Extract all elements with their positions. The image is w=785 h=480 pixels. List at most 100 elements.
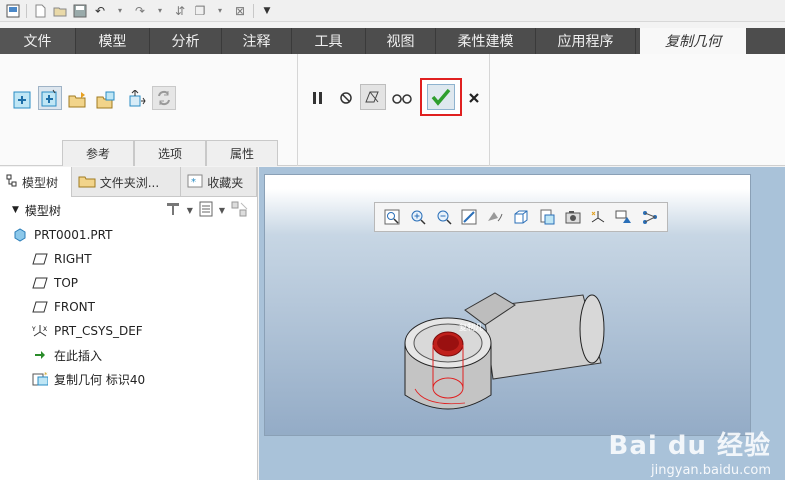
part-icon	[12, 227, 28, 243]
checkmark-icon	[427, 84, 455, 110]
tree-item-front[interactable]: FRONT	[0, 295, 257, 319]
ribbon-group-controls	[298, 54, 490, 166]
tab-tools[interactable]: 工具	[292, 28, 366, 54]
repaint-icon[interactable]	[460, 208, 478, 226]
regenerate-icon[interactable]: ⇵	[173, 4, 187, 18]
customize-icon[interactable]: ▼	[260, 4, 274, 18]
svg-text:*: *	[191, 177, 196, 188]
tree-filter-icon[interactable]	[231, 201, 249, 220]
svg-text:*: *	[44, 371, 48, 379]
view-toolbar	[374, 202, 668, 232]
part-label: 复制几	[459, 322, 483, 332]
transform-icon[interactable]	[124, 88, 148, 112]
tree-settings-icon[interactable]	[165, 201, 181, 220]
redo-icon[interactable]: ↷	[133, 4, 147, 18]
tab-model-tree[interactable]: 模型树	[0, 167, 72, 197]
tab-label: 模型树	[22, 175, 59, 190]
subtab-options[interactable]: 选项	[134, 140, 206, 166]
place-reference-model-icon[interactable]	[94, 88, 118, 112]
model-tree-panel: 模型树 文件夹浏... * 收藏夹 ▼ 模型树 ▼ ▼ PRT0001.PRT …	[0, 167, 258, 480]
tree-tools: ▼ ▼	[165, 201, 249, 220]
tab-flexible-modeling[interactable]: 柔性建模	[436, 28, 536, 54]
tree-item-root[interactable]: PRT0001.PRT	[0, 223, 257, 247]
ribbon-group-references: 参考 选项 属性	[0, 54, 298, 166]
publish-geometry-icon[interactable]	[10, 88, 34, 112]
collapse-icon[interactable]: ▼	[12, 205, 19, 215]
tab-model[interactable]: 模型	[76, 28, 150, 54]
view-manager-icon[interactable]	[564, 208, 582, 226]
geometry-preview-icon[interactable]	[360, 84, 386, 110]
dropdown-icon[interactable]: ▼	[187, 206, 193, 215]
local-reference-icon[interactable]	[38, 86, 62, 110]
tree-item-top[interactable]: TOP	[0, 271, 257, 295]
dropdown-icon[interactable]: ▾	[153, 4, 167, 18]
svg-text:Y: Y	[32, 326, 36, 333]
zoom-out-icon[interactable]	[435, 208, 453, 226]
toolbar-separator	[26, 3, 27, 18]
tab-favorites[interactable]: * 收藏夹	[181, 167, 258, 197]
dropdown-icon[interactable]: ▾	[213, 4, 227, 18]
datum-plane-icon	[32, 275, 48, 291]
saved-views-icon[interactable]	[512, 208, 530, 226]
tree-item-copy-geometry[interactable]: * 复制几何 标识40	[0, 367, 257, 391]
tab-label: 收藏夹	[207, 175, 244, 190]
tree-item-right[interactable]: RIGHT	[0, 247, 257, 271]
datum-plane-icon	[32, 251, 48, 267]
svg-text:X: X	[43, 326, 47, 333]
tab-copy-geometry[interactable]: 复制几何	[640, 28, 746, 54]
tree-columns-icon[interactable]	[199, 201, 213, 220]
panel-tabs: 模型树 文件夹浏... * 收藏夹	[0, 167, 258, 197]
undo-icon[interactable]: ↶	[93, 4, 107, 18]
verify-glasses-icon[interactable]	[390, 86, 414, 110]
datum-plane-icon	[32, 299, 48, 315]
tree-item-csys[interactable]: YX PRT_CSYS_DEF	[0, 319, 257, 343]
tab-file[interactable]: 文件	[0, 28, 76, 54]
tab-applications[interactable]: 应用程序	[536, 28, 636, 54]
app-icon[interactable]	[6, 4, 20, 18]
ribbon-subtabs: 参考 选项 属性	[62, 140, 278, 166]
update-icon[interactable]	[152, 86, 176, 110]
zoom-in-icon[interactable]	[409, 208, 427, 226]
subtab-properties[interactable]: 属性	[206, 140, 278, 166]
orient-icon[interactable]	[486, 208, 504, 226]
quick-access-toolbar: ↶ ▾ ↷ ▾ ⇵ ❐ ▾ ⊠ ▼	[0, 0, 785, 22]
model-tree-icon	[6, 174, 18, 191]
datum-display-icon[interactable]	[589, 208, 607, 226]
refit-icon[interactable]	[383, 208, 401, 226]
ribbon-panel: 参考 选项 属性	[0, 54, 785, 166]
new-icon[interactable]	[33, 4, 47, 18]
display-style-icon[interactable]	[538, 208, 556, 226]
open-icon[interactable]	[53, 4, 67, 18]
no-preview-icon[interactable]	[334, 86, 358, 110]
baidu-watermark: Bai du 经验	[608, 431, 771, 461]
tab-annotate[interactable]: 注释	[222, 28, 292, 54]
annotation-display-icon[interactable]	[615, 208, 633, 226]
open-reference-model-icon[interactable]	[66, 88, 90, 112]
tab-view[interactable]: 视图	[366, 28, 436, 54]
model-tree-title: 模型树	[24, 203, 61, 218]
tree-item-label: PRT0001.PRT	[34, 228, 113, 242]
cancel-icon[interactable]	[462, 86, 486, 110]
insert-arrow-icon	[32, 347, 48, 363]
spin-center-icon[interactable]	[641, 208, 659, 226]
dropdown-icon[interactable]: ▾	[113, 4, 127, 18]
model-tree-header: ▼ 模型树 ▼ ▼	[0, 197, 257, 223]
tree-item-insert-here[interactable]: 在此插入	[0, 343, 257, 367]
save-icon[interactable]	[73, 4, 87, 18]
subtab-references[interactable]: 参考	[62, 140, 134, 166]
windows-icon[interactable]: ❐	[193, 4, 207, 18]
tab-label: 文件夹浏...	[99, 175, 160, 190]
close-window-icon[interactable]: ⊠	[233, 4, 247, 18]
pause-icon[interactable]	[306, 86, 330, 110]
folder-icon	[78, 174, 96, 191]
tree-item-label: 在此插入	[54, 348, 103, 363]
ok-button[interactable]	[420, 78, 462, 116]
tab-analysis[interactable]: 分析	[150, 28, 222, 54]
favorites-icon: *	[187, 174, 203, 191]
coordinate-system-icon: YX	[32, 323, 48, 339]
tab-folder-browser[interactable]: 文件夹浏...	[72, 167, 182, 197]
copy-geometry-icon: *	[32, 371, 48, 387]
tree-item-label: TOP	[54, 276, 79, 290]
dropdown-icon[interactable]: ▼	[219, 206, 225, 215]
watermark-url: jingyan.baidu.com	[651, 463, 771, 478]
